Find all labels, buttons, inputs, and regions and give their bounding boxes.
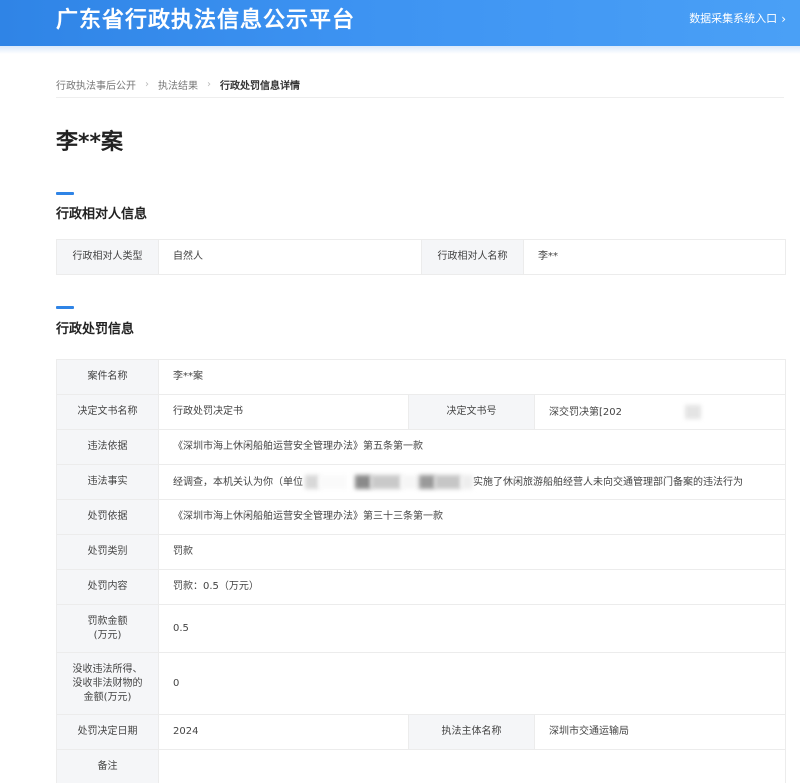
redaction-mark — [319, 474, 347, 489]
violation-basis-value: 《深圳市海上休闲船舶运营安全管理办法》第五条第一款 — [157, 429, 787, 465]
confiscation-amount-value: 0 — [157, 652, 787, 715]
remark-label: 备注 — [56, 749, 159, 783]
case-name-label: 案件名称 — [56, 359, 159, 395]
penalty-category-value: 罚款 — [157, 534, 787, 570]
entry-link-label: 数据采集系统入口 — [689, 12, 778, 25]
doc-name-label: 决定文书名称 — [56, 394, 159, 430]
case-name-value: 李**案 — [157, 359, 787, 395]
redaction-mark — [461, 474, 473, 489]
violation-facts-label: 违法事实 — [56, 464, 159, 500]
breadcrumb: 行政执法事后公开 › 执法结果 › 行政处罚信息详情 — [56, 78, 784, 98]
redaction-mark — [371, 474, 401, 489]
table-row: 违法依据 《深圳市海上休闲船舶运营安全管理办法》第五条第一款 — [56, 429, 787, 465]
doc-no-cell: 深交罚决第[202 — [533, 394, 787, 430]
fine-amount-value: 0.5 — [157, 604, 787, 653]
table-row: 备注 — [56, 749, 787, 783]
violation-basis-label: 违法依据 — [56, 429, 159, 465]
breadcrumb-item-current: 行政处罚信息详情 — [220, 81, 300, 92]
chevron-right-icon: › — [781, 12, 786, 26]
penalty-category-label: 处罚类别 — [56, 534, 159, 570]
table-row: 行政相对人类型 自然人 行政相对人名称 李** — [56, 239, 786, 275]
redaction-mark — [435, 474, 461, 489]
confiscation-label-line1: 没收违法所得、 — [72, 663, 143, 675]
penalty-basis-label: 处罚依据 — [56, 499, 159, 535]
table-row: 罚款金额 (万元) 0.5 — [56, 604, 787, 653]
penalty-section-title: 行政处罚信息 — [56, 322, 135, 337]
decision-date-label: 处罚决定日期 — [56, 714, 159, 750]
table-row: 违法事实 经调查，本机关认为你（单位 实施了休闲旅游船舶经营人未向交通管理部门备案… — [56, 464, 787, 500]
doc-name-value: 行政处罚决定书 — [158, 394, 409, 430]
page-title: 李**案 — [56, 130, 124, 155]
confiscation-amount-label: 没收违法所得、 没收非法财物的 金额(万元) — [56, 652, 159, 715]
fine-amount-label: 罚款金额 (万元) — [56, 604, 159, 653]
remark-value — [157, 749, 787, 783]
fine-amount-label-line1: 罚款金额 — [87, 615, 128, 627]
confiscation-label-line2: 没收非法财物的 — [72, 677, 143, 689]
party-type-label: 行政相对人类型 — [56, 239, 159, 275]
table-row: 处罚内容 罚款：0.5（万元） — [56, 569, 787, 605]
authority-name-label: 执法主体名称 — [408, 714, 535, 750]
redaction-mark — [685, 404, 702, 419]
table-row: 决定文书名称 行政处罚决定书 决定文书号 深交罚决第[202 — [56, 394, 787, 430]
party-type-value: 自然人 — [158, 239, 422, 275]
table-row: 处罚类别 罚款 — [56, 534, 787, 570]
party-info-table: 行政相对人类型 自然人 行政相对人名称 李** — [56, 239, 786, 275]
data-collection-entry-link[interactable]: 数据采集系统入口 › — [689, 12, 786, 26]
section-accent-bar — [56, 306, 74, 309]
section-accent-bar — [56, 192, 74, 195]
breadcrumb-separator-icon: › — [145, 79, 149, 90]
penalty-info-table: 案件名称 李**案 决定文书名称 行政处罚决定书 决定文书号 深交罚决第[202… — [56, 359, 787, 783]
authority-name-value: 深圳市交通运输局 — [533, 714, 787, 750]
penalty-basis-value: 《深圳市海上休闲船舶运营安全管理办法》第三十三条第一款 — [157, 499, 787, 535]
breadcrumb-item-public[interactable]: 行政执法事后公开 — [56, 77, 136, 92]
site-header: 广东省行政执法信息公示平台 数据采集系统入口 › — [0, 0, 800, 54]
violation-facts-end: 实施了休闲旅游船舶经营人未向交通管理部门备案的违法行为 — [473, 476, 743, 488]
breadcrumb-item-results[interactable]: 执法结果 — [158, 77, 198, 92]
table-row: 没收违法所得、 没收非法财物的 金额(万元) 0 — [56, 652, 787, 715]
table-row: 处罚依据 《深圳市海上休闲船舶运营安全管理办法》第三十三条第一款 — [56, 499, 787, 535]
doc-no-label: 决定文书号 — [408, 394, 535, 430]
violation-facts-cell: 经调查，本机关认为你（单位 实施了休闲旅游船舶经营人未向交通管理部门备案的违法行为 — [157, 464, 787, 500]
party-name-label: 行政相对人名称 — [421, 239, 524, 275]
party-name-value: 李** — [523, 239, 786, 275]
site-title: 广东省行政执法信息公示平台 — [56, 8, 356, 33]
confiscation-label-line3: 金额(万元) — [83, 691, 132, 703]
violation-facts-start: 经调查，本机关认为你（单位 — [173, 476, 303, 488]
party-section-title: 行政相对人信息 — [56, 207, 148, 222]
table-row: 案件名称 李**案 — [56, 359, 787, 395]
redaction-mark — [419, 474, 435, 489]
redaction-mark — [355, 474, 371, 489]
redaction-mark — [305, 474, 319, 489]
breadcrumb-separator-icon: › — [207, 79, 211, 90]
doc-no-value: 深交罚决第[202 — [549, 406, 622, 418]
table-row: 处罚决定日期 2024 执法主体名称 深圳市交通运输局 — [56, 714, 787, 750]
redaction-mark — [401, 474, 419, 489]
penalty-content-value: 罚款：0.5（万元） — [157, 569, 787, 605]
penalty-content-label: 处罚内容 — [56, 569, 159, 605]
decision-date-value: 2024 — [158, 714, 409, 750]
fine-amount-label-line2: (万元) — [93, 629, 122, 641]
